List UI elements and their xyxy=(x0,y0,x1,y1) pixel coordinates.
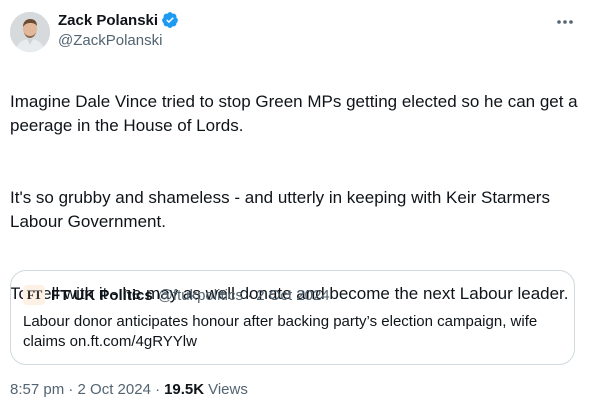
quoted-tweet-card[interactable]: FT FT UK Politics @ftukpolitics · 2 Oct … xyxy=(10,270,575,365)
more-options-icon[interactable] xyxy=(552,12,578,32)
quoted-author-avatar[interactable]: FT xyxy=(23,285,45,305)
tweet-timestamp[interactable]: 8:57 pm · 2 Oct 2024 · xyxy=(10,381,160,398)
avatar-image xyxy=(10,12,50,52)
author-name-row: Zack Polanski xyxy=(58,9,179,31)
verified-badge-icon[interactable] xyxy=(161,11,179,29)
tweet-paragraph: Imagine Dale Vince tried to stop Green M… xyxy=(10,92,578,135)
quoted-tweet-text: Labour donor anticipates honour after ba… xyxy=(23,313,538,350)
views-count: 19.5K xyxy=(164,381,205,398)
quoted-author-name[interactable]: FT UK Politics xyxy=(51,287,153,304)
tweet-paragraph: It's so grubby and shameless - and utter… xyxy=(10,188,550,231)
tweet: Zack Polanski @ZackPolanski Imagine Dale… xyxy=(0,0,593,405)
tweet-footer: 8:57 pm · 2 Oct 2024 · 19.5K Views xyxy=(10,381,248,398)
author-handle[interactable]: @ZackPolanski xyxy=(58,32,162,49)
author-avatar[interactable] xyxy=(10,12,50,52)
quoted-author-meta: @ftukpolitics · 2 Oct 2024 xyxy=(157,286,330,304)
author-display-name[interactable]: Zack Polanski xyxy=(58,12,158,29)
views-label: Views xyxy=(208,381,248,398)
quoted-tweet-header: FT FT UK Politics @ftukpolitics · 2 Oct … xyxy=(23,285,330,305)
